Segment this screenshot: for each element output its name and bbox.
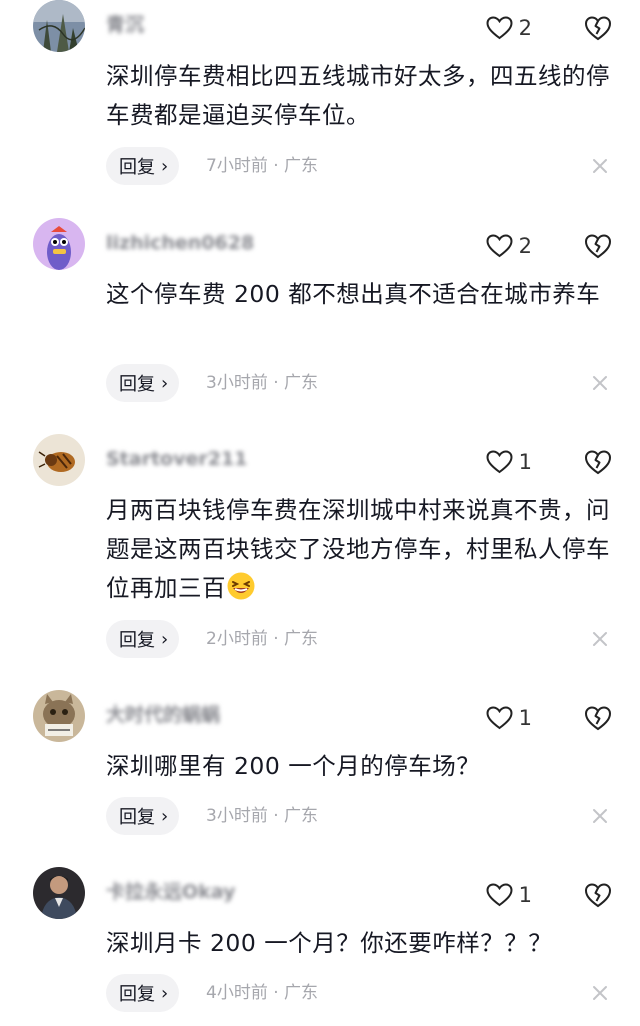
close-icon[interactable]: [590, 806, 610, 826]
like-count: 2: [518, 16, 532, 40]
dislike-button[interactable]: [584, 881, 612, 909]
comment-meta: 2小时前 · 广东: [206, 629, 319, 649]
heart-outline-icon: [486, 450, 513, 474]
avatar[interactable]: [33, 690, 85, 742]
broken-heart-icon: [584, 14, 612, 42]
close-icon[interactable]: [590, 156, 610, 176]
reply-button[interactable]: 回复 ›: [106, 364, 180, 402]
comment-meta: 3小时前 · 广东: [206, 806, 319, 826]
dislike-button[interactable]: [584, 14, 612, 42]
avatar[interactable]: [33, 434, 85, 486]
username[interactable]: 大时代的蜗蜗: [106, 704, 220, 726]
reply-label: 回复: [119, 984, 155, 1005]
reply-button[interactable]: 回复 ›: [106, 147, 180, 185]
username[interactable]: 青沉: [106, 14, 144, 36]
dislike-button[interactable]: [584, 232, 612, 260]
chevron-right-icon: ›: [161, 982, 169, 1004]
close-icon[interactable]: [590, 983, 610, 1003]
dislike-button[interactable]: [584, 448, 612, 476]
reply-button[interactable]: 回复 ›: [106, 797, 180, 835]
like-count: 1: [518, 450, 532, 474]
broken-heart-icon: [584, 448, 612, 476]
broken-heart-icon: [584, 704, 612, 732]
heart-outline-icon: [486, 234, 513, 258]
like-button[interactable]: 1: [486, 448, 532, 476]
comment-text: 深圳月卡 200 一个月？你还要咋样？？？: [106, 929, 553, 957]
comment-meta: 3小时前 · 广东: [206, 373, 319, 393]
comment-meta: 4小时前 · 广东: [206, 983, 319, 1003]
close-icon[interactable]: [590, 629, 610, 649]
dislike-button[interactable]: [584, 704, 612, 732]
like-count: 1: [518, 706, 532, 730]
reply-button[interactable]: 回复 ›: [106, 974, 180, 1012]
comment-text: 深圳哪里有 200 一个月的停车场？: [106, 752, 481, 780]
chevron-right-icon: ›: [161, 628, 169, 650]
username[interactable]: 卡拉永远Okay: [106, 881, 235, 903]
reply-label: 回复: [119, 157, 155, 178]
comment-text: 这个停车费 200 都不想出真不适合在城市养车: [106, 280, 601, 308]
comment-footer: 回复 › 3小时前 · 广东: [106, 364, 616, 402]
reply-label: 回复: [119, 630, 155, 651]
heart-outline-icon: [486, 16, 513, 40]
comment-text: 深圳停车费相比四五线城市好太多，四五线的停车费都是逼迫买停车位。: [106, 62, 610, 129]
avatar[interactable]: [33, 0, 85, 52]
heart-outline-icon: [486, 706, 513, 730]
reply-label: 回复: [119, 374, 155, 395]
username[interactable]: Startover211: [106, 448, 247, 470]
reply-label: 回复: [119, 807, 155, 828]
reply-button[interactable]: 回复 ›: [106, 620, 180, 658]
username[interactable]: lizhichen0628: [106, 232, 254, 254]
avatar[interactable]: [33, 867, 85, 919]
like-count: 1: [518, 883, 532, 907]
like-button[interactable]: 1: [486, 881, 532, 909]
like-count: 2: [518, 234, 532, 258]
like-button[interactable]: 1: [486, 704, 532, 732]
comment-footer: 回复 › 7小时前 · 广东: [106, 147, 616, 185]
chevron-right-icon: ›: [161, 372, 169, 394]
comment-meta: 7小时前 · 广东: [206, 156, 319, 176]
broken-heart-icon: [584, 881, 612, 909]
comment-footer: 回复 › 3小时前 · 广东: [106, 797, 616, 835]
comment-text: 月两百块钱停车费在深圳城中村来说真不贵，问题是这两百块钱交了没地方停车，村里私人…: [106, 491, 618, 608]
heart-outline-icon: [486, 883, 513, 907]
close-icon[interactable]: [590, 373, 610, 393]
comment-text-body: 月两百块钱停车费在深圳城中村来说真不贵，问题是这两百块钱交了没地方停车，村里私人…: [106, 496, 610, 602]
avatar[interactable]: [33, 218, 85, 270]
like-button[interactable]: 2: [486, 232, 532, 260]
like-button[interactable]: 2: [486, 14, 532, 42]
comment-footer: 回复 › 2小时前 · 广东: [106, 620, 616, 658]
comment-list: 青沉 2 深圳停车费相比四五线城市好太多，四五线的停车费都是逼迫买停车位。 回复…: [0, 0, 640, 1026]
laughing-emoji-icon: [226, 571, 256, 601]
comment-footer: 回复 › 4小时前 · 广东: [106, 974, 616, 1012]
chevron-right-icon: ›: [161, 805, 169, 827]
broken-heart-icon: [584, 232, 612, 260]
chevron-right-icon: ›: [161, 155, 169, 177]
